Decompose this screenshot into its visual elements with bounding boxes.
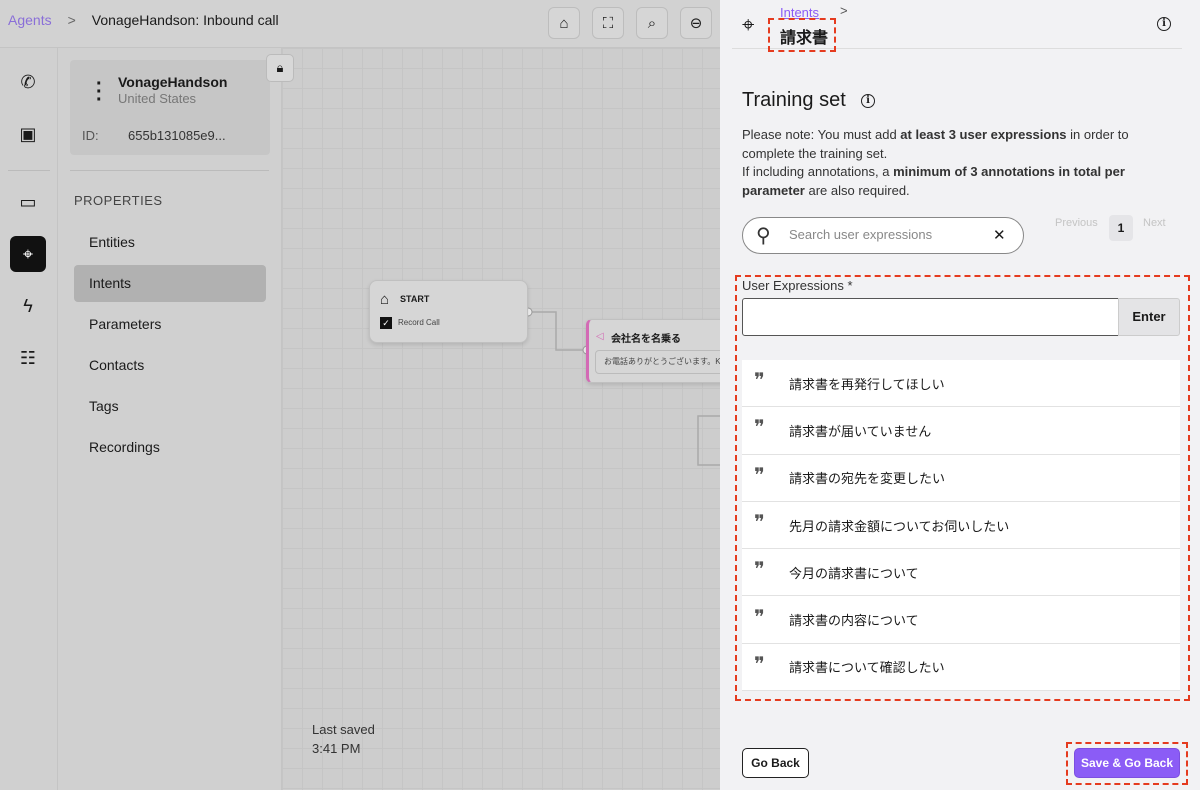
node-title: 会社名を名乗る xyxy=(611,334,681,345)
breadcrumb-separator: > xyxy=(67,12,76,28)
go-back-button[interactable]: Go Back xyxy=(742,748,809,778)
sidebar-item-entities[interactable]: Entities xyxy=(74,224,266,261)
sidebar-item-intents[interactable]: Intents xyxy=(74,265,266,302)
next-page-button[interactable]: Next xyxy=(1143,217,1166,229)
last-saved-label: Last saved xyxy=(312,722,375,737)
sidebar-item-tags[interactable]: Tags xyxy=(74,388,266,425)
start-title: START xyxy=(400,294,430,304)
annotation-box xyxy=(735,275,1190,701)
search-icon: ⚲ xyxy=(756,225,771,247)
last-saved-time: 3:41 PM xyxy=(312,741,361,756)
agent-card: · · · VonageHandson United States ID: 655b… xyxy=(70,60,270,155)
id-card-icon[interactable]: ▣ xyxy=(10,116,46,152)
zoom-focus-icon: ⌕ xyxy=(647,14,657,32)
window-icon[interactable]: ▭ xyxy=(10,184,46,220)
sidebar-item-contacts[interactable]: Contacts xyxy=(74,347,266,384)
breadcrumb-current: VonageHandson: Inbound call xyxy=(91,12,279,28)
search-input[interactable] xyxy=(789,227,979,242)
intents-icon[interactable]: ⌖ xyxy=(10,236,46,272)
divider xyxy=(70,170,269,171)
zoom-out-button[interactable]: ⊖ xyxy=(680,7,712,39)
speak-node[interactable]: ◁ 会社名を名乗る お電話ありがとうございます。K... xyxy=(586,319,735,383)
icon-rail: ✆ ▣ ▭ ⌖ ϟ ☷ xyxy=(0,48,58,790)
zoom-out-icon: ⊖ xyxy=(689,15,703,32)
more-icon[interactable]: · · · xyxy=(96,74,103,110)
home-icon: ⌂ xyxy=(559,14,569,32)
breadcrumb-agents-link[interactable]: Agents xyxy=(8,12,52,28)
flow-canvas[interactable]: ⌂ START ✓ Record Call ◁ 会社名を名乗る お電話ありがとう… xyxy=(282,48,735,790)
training-set-title: Training set xyxy=(742,89,846,111)
last-saved: Last saved 3:41 PM xyxy=(312,720,375,758)
training-note: Please note: You must add at least 3 use… xyxy=(742,127,1129,198)
home-button[interactable]: ⌂ xyxy=(548,7,580,39)
lock-button[interactable]: 🔒︎ xyxy=(266,54,294,82)
breadcrumb: Agents > VonageHandson: Inbound call xyxy=(8,12,279,28)
sidebar-item-parameters[interactable]: Parameters xyxy=(74,306,266,343)
node-text: お電話ありがとうございます。K... xyxy=(595,350,735,374)
agent-id: 655b131085e9... xyxy=(128,128,226,143)
properties-heading: PROPERTIES xyxy=(74,193,163,208)
info-icon[interactable]: i xyxy=(861,94,875,108)
agent-id-label: ID: xyxy=(82,128,99,143)
divider xyxy=(8,170,50,171)
zoom-fit-button[interactable]: ⌕ xyxy=(636,7,668,39)
previous-page-button[interactable]: Previous xyxy=(1055,217,1098,229)
agent-country: United States xyxy=(118,91,197,106)
fullscreen-icon: ⛶ xyxy=(602,14,614,32)
properties-sidebar: · · · VonageHandson United States ID: 655b… xyxy=(58,48,282,790)
lock-icon: 🔒︎ xyxy=(276,60,284,75)
checkbox-icon[interactable]: ✓ xyxy=(380,317,392,329)
search-box: ⚲ ✕ xyxy=(742,217,1024,254)
fit-view-button[interactable]: ⛶ xyxy=(592,7,624,39)
agent-name: VonageHandson xyxy=(118,74,228,90)
breadcrumb-separator: > xyxy=(840,3,848,18)
intents-icon: ⌖ xyxy=(742,12,755,37)
lightning-icon[interactable]: ϟ xyxy=(10,288,46,324)
phone-icon[interactable]: ✆ xyxy=(10,64,46,100)
record-call-label: Record Call xyxy=(398,318,440,327)
info-icon[interactable]: i xyxy=(1157,17,1171,31)
clear-icon[interactable]: ✕ xyxy=(993,226,1006,244)
hierarchy-icon[interactable]: ☷ xyxy=(10,340,46,376)
annotation-box xyxy=(1066,742,1188,785)
connectors xyxy=(523,307,720,466)
annotation-box xyxy=(768,18,836,52)
page-number[interactable]: 1 xyxy=(1109,215,1133,241)
home-icon: ⌂ xyxy=(380,291,390,308)
speaker-icon: ◁ xyxy=(596,331,604,342)
sidebar-item-recordings[interactable]: Recordings xyxy=(74,429,266,466)
start-node[interactable]: ⌂ START ✓ Record Call xyxy=(369,280,528,343)
top-bar: Agents > VonageHandson: Inbound call ⌂ ⛶… xyxy=(0,0,720,48)
